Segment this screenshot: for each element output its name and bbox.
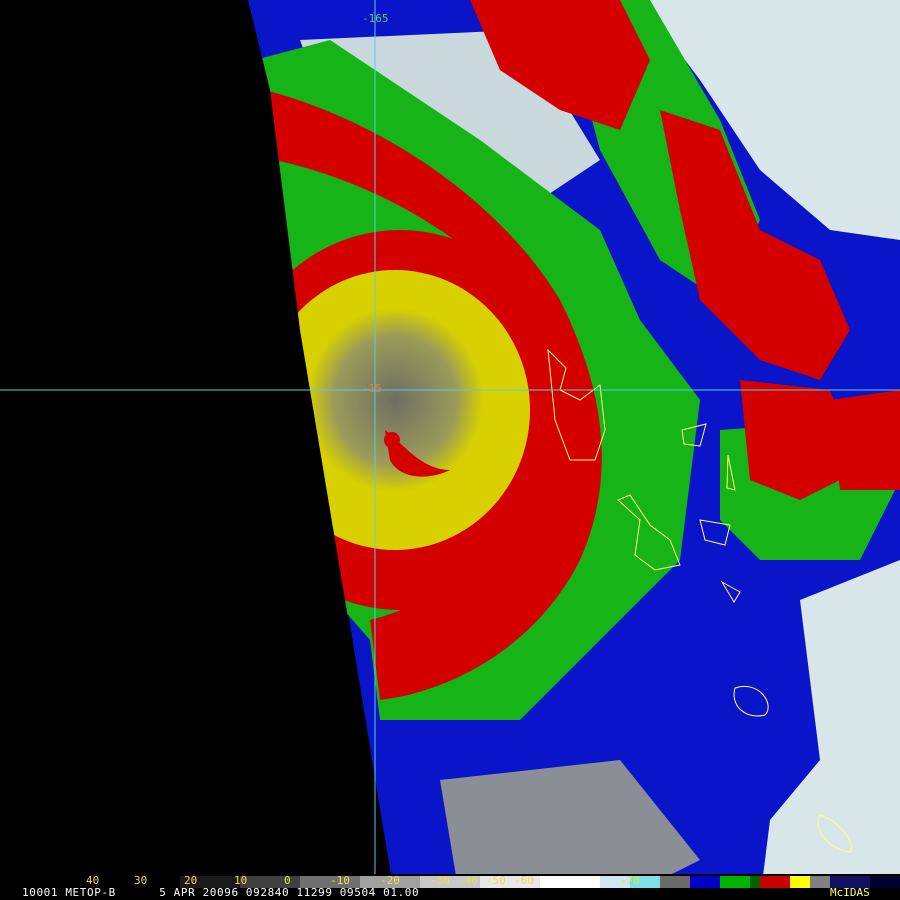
red-far-east — [830, 390, 900, 490]
latitude-label: -15 — [362, 382, 382, 395]
brand-label: McIDAS — [830, 886, 870, 899]
satellite-view: -165 -15 40 30 20 10 0 -10 -20 -30 -40 -… — [0, 0, 900, 900]
colorbar-tick: -40 — [458, 874, 478, 887]
colorbar-tick: -70 — [620, 874, 640, 887]
colorbar-tick: -50 — [486, 874, 506, 887]
eye — [384, 432, 400, 448]
infrared-cloud-image — [0, 0, 900, 900]
longitude-label: -165 — [362, 12, 389, 25]
image-status-line: 10001 METOP-B 5 APR 20096 092840 11299 0… — [22, 886, 420, 899]
colorbar-tick: -30 — [430, 874, 450, 887]
colorbar-tick: -60 — [514, 874, 534, 887]
